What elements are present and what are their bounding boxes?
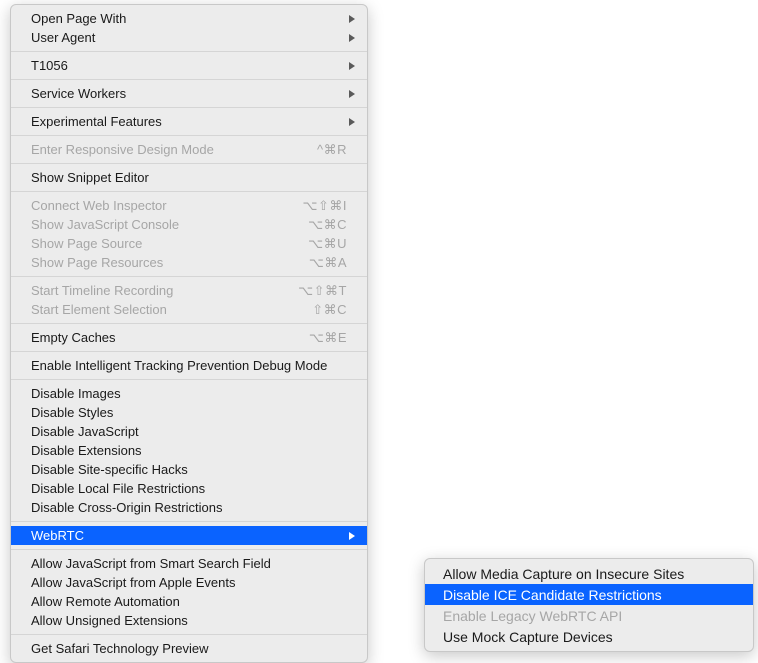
submenu-item-label: Enable Legacy WebRTC API: [443, 608, 622, 624]
menu-item-label: Allow Remote Automation: [31, 594, 180, 609]
menu-item-enable-intelligent-tracking-prevention-debug-mode[interactable]: Enable Intelligent Tracking Prevention D…: [11, 356, 367, 375]
menu-separator: [11, 323, 367, 324]
menu-item-show-page-source: Show Page Source ⌥⌘U: [11, 234, 367, 253]
chevron-right-icon: [349, 118, 355, 126]
menu-item-label: Open Page With: [31, 11, 126, 26]
menu-item-label: Disable Cross-Origin Restrictions: [31, 500, 222, 515]
menu-item-shortcut: ⌥⇧⌘T: [298, 283, 347, 299]
menu-separator: [11, 163, 367, 164]
submenu-item-enable-legacy-webrtc-api: Enable Legacy WebRTC API: [425, 605, 753, 626]
submenu-item-label: Disable ICE Candidate Restrictions: [443, 587, 662, 603]
menu-item-label: Disable Site-specific Hacks: [31, 462, 188, 477]
menu-item-disable-styles[interactable]: Disable Styles: [11, 403, 367, 422]
menu-item-label: Show Page Resources: [31, 255, 163, 270]
menu-item-label: Disable JavaScript: [31, 424, 139, 439]
menu-item-shortcut: ^⌘R: [317, 142, 347, 158]
menu-item-start-element-selection: Start Element Selection ⇧⌘C: [11, 300, 367, 319]
menu-item-start-timeline-recording: Start Timeline Recording ⌥⇧⌘T: [11, 281, 367, 300]
menu-item-label: User Agent: [31, 30, 95, 45]
menu-item-shortcut: ⌥⌘E: [309, 330, 347, 346]
submenu-item-use-mock-capture-devices[interactable]: Use Mock Capture Devices: [425, 626, 753, 647]
menu-item-label: Connect Web Inspector: [31, 198, 167, 213]
menu-item-webrtc[interactable]: WebRTC: [11, 526, 367, 545]
chevron-right-icon: [349, 34, 355, 42]
menu-item-label: WebRTC: [31, 528, 84, 543]
menu-separator: [11, 549, 367, 550]
menu-item-label: Allow JavaScript from Apple Events: [31, 575, 235, 590]
menu-separator: [11, 79, 367, 80]
menu-item-empty-caches[interactable]: Empty Caches ⌥⌘E: [11, 328, 367, 347]
menu-item-disable-site-specific-hacks[interactable]: Disable Site-specific Hacks: [11, 460, 367, 479]
develop-menu[interactable]: Open Page With User Agent T1056 Service Wor…: [10, 4, 368, 663]
chevron-right-icon: [349, 532, 355, 540]
menu-item-allow-javascript-from-smart-search-field[interactable]: Allow JavaScript from Smart Search Field: [11, 554, 367, 573]
menu-item-disable-images[interactable]: Disable Images: [11, 384, 367, 403]
menu-item-label: Disable Images: [31, 386, 121, 401]
submenu-item-label: Use Mock Capture Devices: [443, 629, 613, 645]
webrtc-submenu[interactable]: Allow Media Capture on Insecure Sites Dis…: [424, 558, 754, 652]
menu-item-shortcut: ⌥⇧⌘I: [303, 198, 348, 214]
menu-item-label: Service Workers: [31, 86, 126, 101]
menu-separator: [11, 379, 367, 380]
menu-item-shortcut: ⌥⌘C: [308, 217, 347, 233]
menu-separator: [11, 191, 367, 192]
menu-item-disable-extensions[interactable]: Disable Extensions: [11, 441, 367, 460]
menu-item-allow-remote-automation[interactable]: Allow Remote Automation: [11, 592, 367, 611]
menu-separator: [11, 521, 367, 522]
menu-item-user-agent[interactable]: User Agent: [11, 28, 367, 47]
menu-item-disable-javascript[interactable]: Disable JavaScript: [11, 422, 367, 441]
menu-item-label: Empty Caches: [31, 330, 116, 345]
menu-item-connect-web-inspector: Connect Web Inspector ⌥⇧⌘I: [11, 196, 367, 215]
menu-item-label: Show Page Source: [31, 236, 142, 251]
menu-item-shortcut: ⌥⌘U: [308, 236, 347, 252]
menu-item-enter-responsive-design-mode: Enter Responsive Design Mode ^⌘R: [11, 140, 367, 159]
menu-separator: [11, 51, 367, 52]
menu-item-disable-local-file-restrictions[interactable]: Disable Local File Restrictions: [11, 479, 367, 498]
menu-separator: [11, 351, 367, 352]
submenu-item-allow-media-capture-on-insecure-sites[interactable]: Allow Media Capture on Insecure Sites: [425, 563, 753, 584]
menu-item-show-snippet-editor[interactable]: Show Snippet Editor: [11, 168, 367, 187]
chevron-right-icon: [349, 62, 355, 70]
menu-item-disable-cross-origin-restrictions[interactable]: Disable Cross-Origin Restrictions: [11, 498, 367, 517]
menu-item-get-safari-technology-preview[interactable]: Get Safari Technology Preview: [11, 639, 367, 658]
menu-separator: [11, 634, 367, 635]
menu-item-experimental-features[interactable]: Experimental Features: [11, 112, 367, 131]
menu-item-t1056[interactable]: T1056: [11, 56, 367, 75]
menu-item-open-page-with[interactable]: Open Page With: [11, 9, 367, 28]
menu-item-shortcut: ⌥⌘A: [309, 255, 347, 271]
menu-separator: [11, 135, 367, 136]
menu-item-label: T1056: [31, 58, 68, 73]
submenu-item-label: Allow Media Capture on Insecure Sites: [443, 566, 684, 582]
menu-item-label: Enable Intelligent Tracking Prevention D…: [31, 358, 327, 373]
menu-item-label: Start Timeline Recording: [31, 283, 173, 298]
menu-item-label: Get Safari Technology Preview: [31, 641, 209, 656]
menu-item-label: Allow JavaScript from Smart Search Field: [31, 556, 271, 571]
menu-item-service-workers[interactable]: Service Workers: [11, 84, 367, 103]
menu-item-allow-javascript-from-apple-events[interactable]: Allow JavaScript from Apple Events: [11, 573, 367, 592]
menu-separator: [11, 276, 367, 277]
chevron-right-icon: [349, 15, 355, 23]
submenu-item-disable-ice-candidate-restrictions[interactable]: Disable ICE Candidate Restrictions: [425, 584, 753, 605]
menu-item-show-javascript-console: Show JavaScript Console ⌥⌘C: [11, 215, 367, 234]
menu-item-shortcut: ⇧⌘C: [312, 302, 347, 318]
menu-item-label: Disable Extensions: [31, 443, 142, 458]
menu-item-label: Start Element Selection: [31, 302, 167, 317]
menu-item-label: Disable Local File Restrictions: [31, 481, 205, 496]
menu-item-label: Experimental Features: [31, 114, 162, 129]
menu-item-label: Allow Unsigned Extensions: [31, 613, 188, 628]
menu-item-label: Show JavaScript Console: [31, 217, 179, 232]
menu-item-label: Enter Responsive Design Mode: [31, 142, 214, 157]
menu-item-allow-unsigned-extensions[interactable]: Allow Unsigned Extensions: [11, 611, 367, 630]
menu-item-label: Disable Styles: [31, 405, 113, 420]
chevron-right-icon: [349, 90, 355, 98]
menu-separator: [11, 107, 367, 108]
menu-item-label: Show Snippet Editor: [31, 170, 149, 185]
menu-item-show-page-resources: Show Page Resources ⌥⌘A: [11, 253, 367, 272]
